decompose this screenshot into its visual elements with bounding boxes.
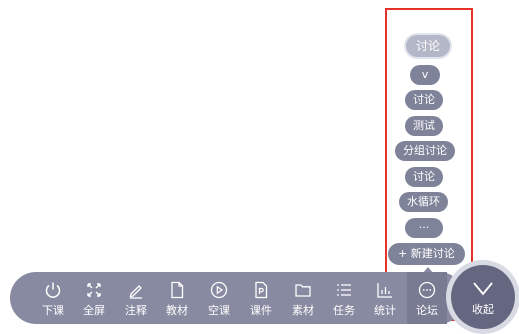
collapse-button-halo: 收起 (446, 260, 519, 334)
chevron-down-icon (473, 282, 493, 296)
empty-class-button[interactable]: 空课 (199, 272, 239, 324)
end-class-label: 下课 (42, 304, 64, 317)
tasks-label: 任务 (333, 304, 355, 317)
ppt-file-icon (255, 281, 268, 299)
annotate-button[interactable]: 注释 (116, 272, 156, 324)
play-icon (210, 281, 228, 299)
annotate-label: 注释 (125, 304, 147, 317)
collapse-label: 收起 (472, 303, 494, 316)
classroom-toolbar: 下课 全屏 注释 教材 空课 课件 素材 任务 统计 论坛 (10, 272, 465, 324)
pen-icon (129, 285, 142, 299)
forum-button[interactable]: 论坛 (407, 272, 447, 324)
tasks-button[interactable]: 任务 (324, 272, 364, 324)
discussion-item[interactable]: 讨论 (405, 167, 443, 187)
statistics-button[interactable]: 统计 (365, 272, 405, 324)
document-icon (171, 281, 184, 299)
folder-icon (295, 284, 311, 297)
end-class-button[interactable]: 下课 (33, 272, 73, 324)
more-discussions-button[interactable]: ··· (405, 218, 443, 238)
courseware-button[interactable]: 课件 (241, 272, 281, 324)
fullscreen-button[interactable]: 全屏 (74, 272, 114, 324)
power-icon (45, 282, 61, 298)
textbook-label: 教材 (166, 304, 188, 317)
discussion-item[interactable]: 测试 (405, 116, 443, 136)
discussion-item-selected[interactable]: 讨论 (404, 33, 453, 59)
empty-class-label: 空课 (208, 304, 230, 317)
discussion-item[interactable]: 讨论 (405, 90, 443, 110)
materials-label: 素材 (292, 304, 314, 317)
chat-icon (418, 281, 436, 299)
textbook-button[interactable]: 教材 (157, 272, 197, 324)
discussion-item[interactable]: v (410, 65, 440, 85)
statistics-label: 统计 (374, 304, 396, 317)
bar-chart-icon (377, 283, 392, 298)
forum-label: 论坛 (416, 304, 438, 317)
courseware-label: 课件 (250, 304, 272, 317)
discussion-item[interactable]: 分组讨论 (395, 141, 455, 161)
materials-button[interactable]: 素材 (283, 272, 323, 324)
collapse-button[interactable]: 收起 (451, 265, 515, 329)
list-icon (337, 284, 351, 296)
fullscreen-icon (87, 283, 101, 297)
fullscreen-label: 全屏 (83, 304, 105, 317)
new-discussion-button[interactable]: + 新建讨论 (388, 243, 465, 265)
discussion-item[interactable]: 水循环 (399, 192, 448, 212)
